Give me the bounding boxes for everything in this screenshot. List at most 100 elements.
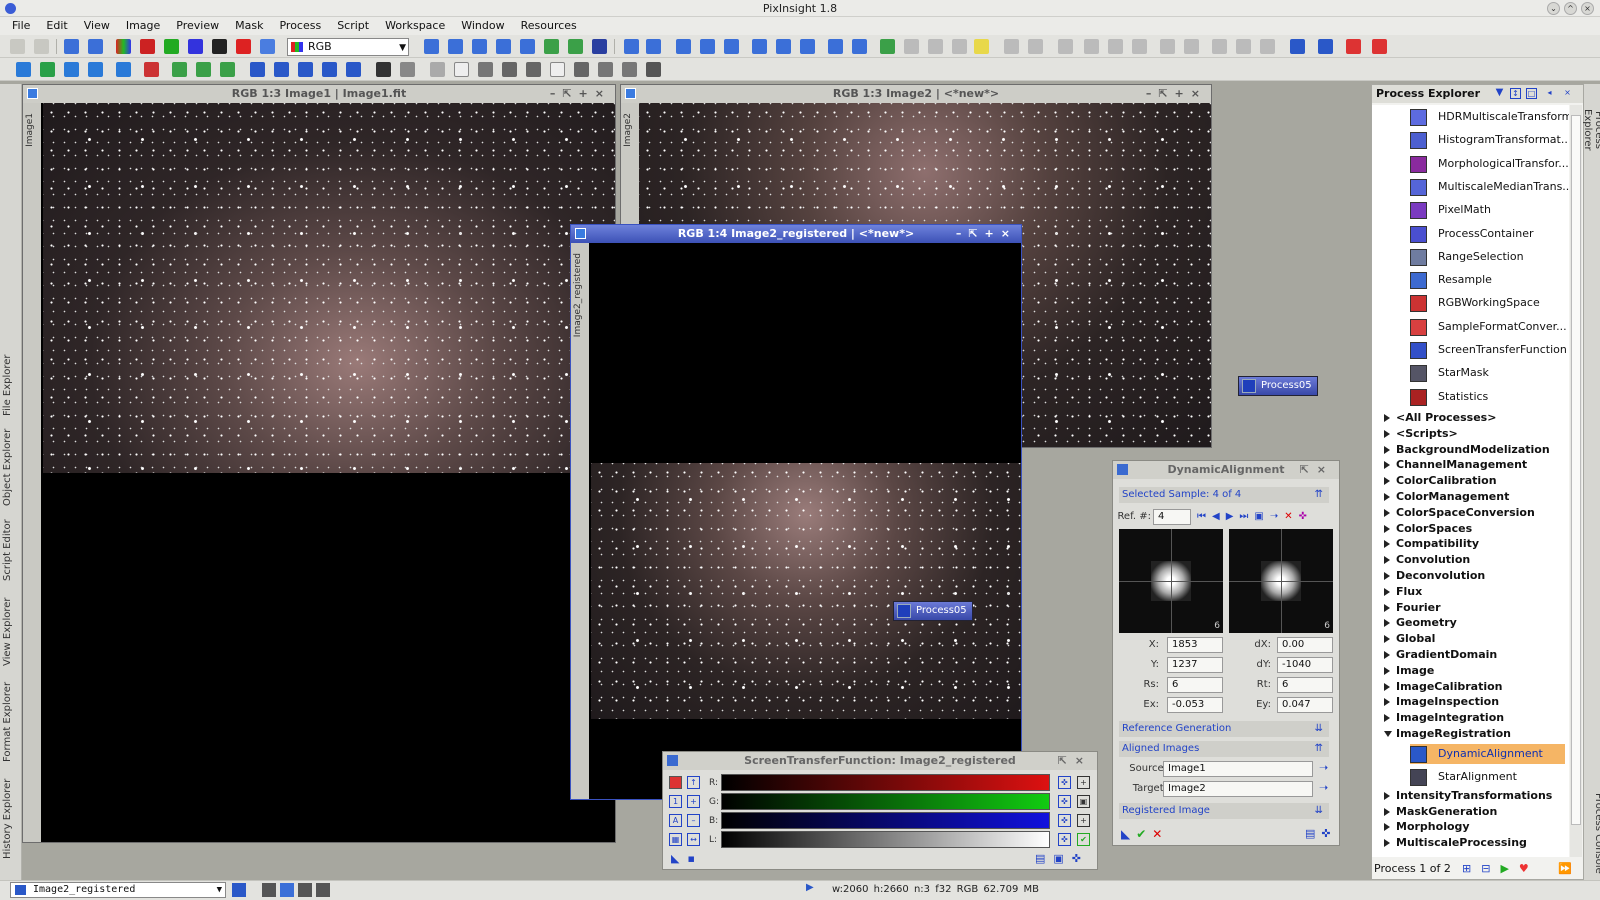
white-icon[interactable] xyxy=(550,62,565,77)
rotate-ccw-icon[interactable] xyxy=(298,62,313,77)
green-channel-icon[interactable] xyxy=(164,39,179,54)
process-category[interactable]: Geometry xyxy=(1382,615,1457,630)
tab-view-explorer[interactable]: View Explorer xyxy=(2,596,20,668)
target-field[interactable]: Image2 xyxy=(1163,781,1313,797)
select-source-icon[interactable]: ➝ xyxy=(1319,761,1328,774)
rgb-channel-icon[interactable] xyxy=(116,39,131,54)
status-mode-3-icon[interactable] xyxy=(298,883,312,897)
process-category[interactable]: Deconvolution xyxy=(1382,568,1485,583)
undo-icon[interactable] xyxy=(10,39,25,54)
delete-preview-icon[interactable] xyxy=(904,39,919,54)
preview-icon[interactable] xyxy=(592,39,607,54)
zoom-1-1-icon[interactable] xyxy=(472,39,487,54)
stf-zoom-g-icon[interactable]: ▣ xyxy=(1077,795,1090,808)
process-e-icon[interactable] xyxy=(116,62,131,77)
process-item[interactable]: Resample xyxy=(1410,270,1492,290)
stf-tool-d-icon[interactable]: – xyxy=(687,814,700,827)
stf-luminance-slider[interactable] xyxy=(721,831,1050,848)
ex-field[interactable]: -0.053 xyxy=(1167,697,1223,713)
zoom-to-fit-icon[interactable] xyxy=(700,39,715,54)
pe-footer-icons[interactable]: ⊞⊟▶♥ xyxy=(1462,859,1539,879)
rs-field[interactable]: 6 xyxy=(1167,677,1223,693)
screen-icon[interactable] xyxy=(1290,39,1305,54)
mirror-v-icon[interactable] xyxy=(346,62,361,77)
process-category[interactable]: MultiscaleProcessing xyxy=(1382,835,1527,850)
menu-edit[interactable]: Edit xyxy=(38,17,75,35)
process-icon-process05[interactable]: Process05 xyxy=(1238,376,1318,396)
pe-close-icon[interactable]: × xyxy=(1562,88,1573,99)
dynamic-alignment-title-bar[interactable]: DynamicAlignment ⇱× xyxy=(1113,461,1339,479)
process-item[interactable]: RGBWorkingSpace xyxy=(1410,293,1540,313)
process-category[interactable]: ImageRegistration xyxy=(1382,726,1511,741)
luminance-icon[interactable] xyxy=(212,39,227,54)
pe-expand-icon[interactable]: ↕ xyxy=(1510,88,1521,99)
process-i-icon[interactable] xyxy=(220,62,235,77)
pe-float-icon[interactable]: □ xyxy=(1526,88,1537,99)
process-icon-process05-b[interactable]: Process05 xyxy=(893,601,973,621)
process-item[interactable]: SampleFormatConver... xyxy=(1410,317,1567,337)
zoom-to-optimal-icon[interactable] xyxy=(724,39,739,54)
stf-tool-a-icon[interactable]: 1 xyxy=(669,795,682,808)
prev-image-icon[interactable] xyxy=(1004,39,1019,54)
process-category[interactable]: Convolution xyxy=(1382,552,1470,567)
status-mode-2-icon[interactable] xyxy=(280,883,294,897)
process-category[interactable]: MaskGeneration xyxy=(1382,804,1497,819)
process-category[interactable]: Global xyxy=(1382,631,1435,646)
aligned-images-section[interactable]: Aligned Images ⇈ xyxy=(1119,741,1329,757)
image1-window[interactable]: RGB 1:3 Image1 | Image1.fit –⇱+× Image1 xyxy=(22,84,616,843)
color-mgmt-icon[interactable] xyxy=(1346,39,1361,54)
reference-generation-section[interactable]: Reference Generation ⇊ xyxy=(1119,721,1329,737)
arrange-icon[interactable] xyxy=(800,39,815,54)
menu-file[interactable]: File xyxy=(0,17,38,35)
x-field[interactable]: 1853 xyxy=(1167,637,1223,653)
process-category[interactable]: ImageCalibration xyxy=(1382,679,1503,694)
select-target-icon[interactable]: ➝ xyxy=(1319,781,1328,794)
preview-restore-icon[interactable] xyxy=(952,39,967,54)
next-image-icon[interactable] xyxy=(1028,39,1043,54)
preview-mode-icon[interactable] xyxy=(430,62,445,77)
stf-title-bar[interactable]: ScreenTransferFunction: Image2_registere… xyxy=(663,752,1097,770)
menu-process[interactable]: Process xyxy=(271,17,329,35)
registered-title-bar[interactable]: RGB 1:4 Image2_registered | <*new*> –⇱+× xyxy=(571,225,1021,243)
status-mode-1-icon[interactable] xyxy=(262,883,276,897)
process-item[interactable]: HistogramTransformat... xyxy=(1410,130,1569,150)
window-controls[interactable]: –⇱+× xyxy=(1146,85,1207,103)
readout-icon[interactable] xyxy=(544,39,559,54)
new-preview-icon[interactable] xyxy=(880,39,895,54)
open-icon[interactable] xyxy=(64,39,79,54)
proofing-icon[interactable] xyxy=(1372,39,1387,54)
source-field[interactable]: Image1 xyxy=(1163,761,1313,777)
tab-format-explorer[interactable]: Format Explorer xyxy=(2,680,20,764)
process-item[interactable]: StarMask xyxy=(1410,363,1489,383)
process-category[interactable]: GradientDomain xyxy=(1382,647,1497,662)
tab-script-editor[interactable]: Script Editor xyxy=(2,514,20,586)
menu-mask[interactable]: Mask xyxy=(227,17,271,35)
process-item[interactable]: ScreenTransferFunction xyxy=(1410,340,1567,360)
menu-resources[interactable]: Resources xyxy=(513,17,585,35)
stf-reset-g-icon[interactable]: ✜ xyxy=(1058,795,1071,808)
gray-5-icon[interactable] xyxy=(598,62,613,77)
close-icon[interactable]: × xyxy=(1581,2,1594,15)
dialog-action-icons[interactable]: ◣✔✕ xyxy=(1121,827,1168,841)
process-item[interactable]: MultiscaleMedianTrans... xyxy=(1410,177,1569,197)
reference-thumbnail[interactable]: 6 xyxy=(1119,529,1223,633)
minimize-icon[interactable]: ⌄ xyxy=(1547,2,1560,15)
copy-icon[interactable] xyxy=(1212,39,1227,54)
redo-icon[interactable] xyxy=(34,39,49,54)
process-category[interactable]: ImageInspection xyxy=(1382,694,1499,709)
process-d-icon[interactable] xyxy=(88,62,103,77)
channel-display-icon[interactable] xyxy=(260,39,275,54)
image1-canvas[interactable] xyxy=(43,103,615,473)
menu-script[interactable]: Script xyxy=(329,17,377,35)
mirror-h-icon[interactable] xyxy=(322,62,337,77)
process-category[interactable]: <Scripts> xyxy=(1382,426,1458,441)
stf-tool-c-icon[interactable]: A xyxy=(669,814,682,827)
menu-window[interactable]: Window xyxy=(453,17,512,35)
image2-title-bar[interactable]: RGB 1:3 Image2 | <*new*> –⇱+× xyxy=(621,85,1211,103)
stf-reset-r-icon[interactable]: ✜ xyxy=(1058,776,1071,789)
process-item[interactable]: MorphologicalTransfor... xyxy=(1410,154,1569,174)
process-f-icon[interactable] xyxy=(144,62,159,77)
stf-reset-l-icon[interactable]: ✜ xyxy=(1058,833,1071,846)
rgb-link-icon[interactable] xyxy=(669,776,682,789)
process-sub-item[interactable]: DynamicAlignment xyxy=(1410,743,1565,764)
